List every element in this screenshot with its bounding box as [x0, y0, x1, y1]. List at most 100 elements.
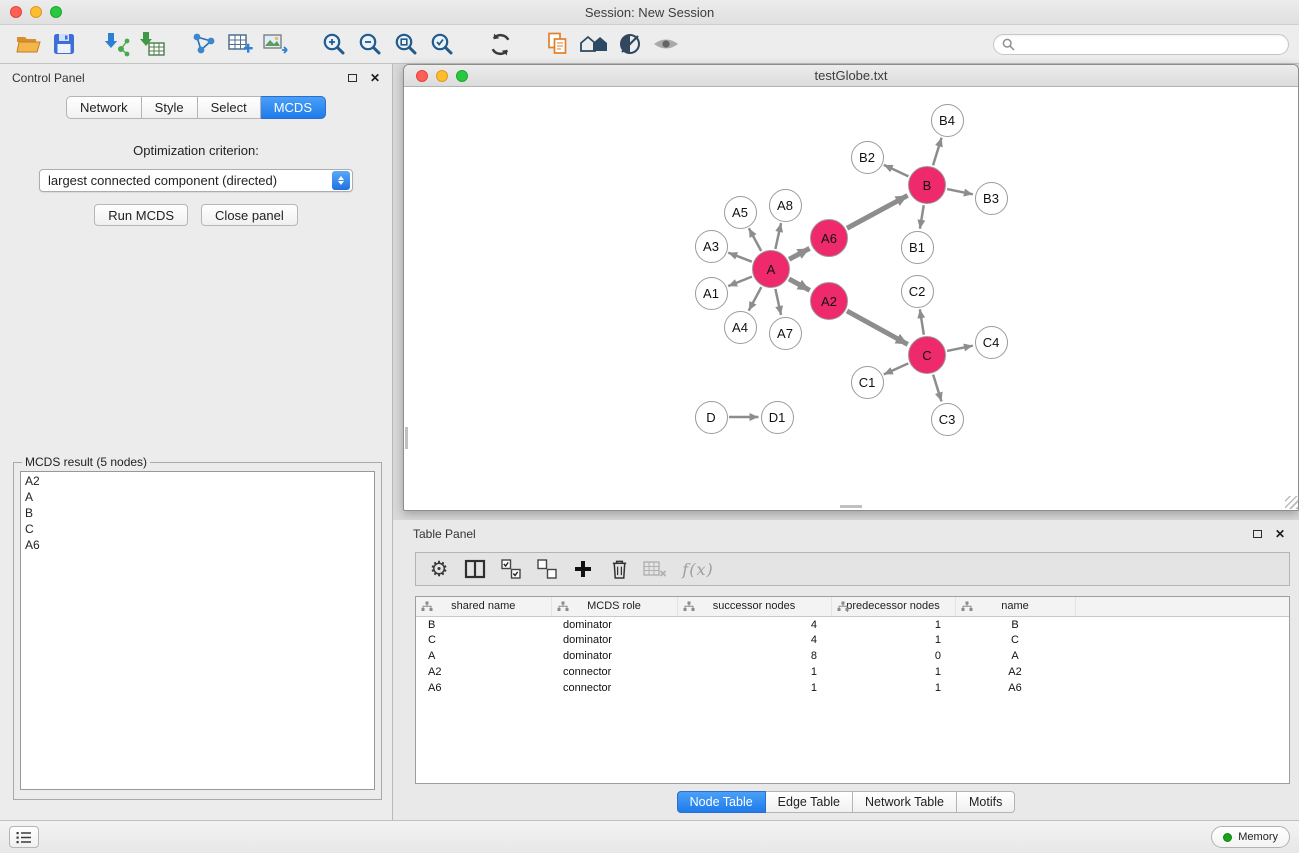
node-C3[interactable]: C3 [931, 403, 964, 436]
zoom-in-button[interactable] [316, 28, 352, 60]
float-table-panel-icon[interactable] [1253, 530, 1262, 538]
node-A2[interactable]: A2 [810, 282, 848, 320]
zoom-network-window-button[interactable] [456, 70, 468, 82]
edge-B-B1[interactable] [920, 205, 924, 228]
panel-list-button[interactable] [9, 826, 39, 848]
select-all-button[interactable] [496, 555, 526, 583]
close-network-window-button[interactable] [416, 70, 428, 82]
edge-C-C4[interactable] [947, 346, 973, 351]
edge-A-A8[interactable] [775, 223, 781, 249]
column-header-shared-name[interactable]: shared name [416, 597, 551, 616]
table-row[interactable]: Bdominator41B [416, 616, 1289, 632]
close-panel-icon[interactable]: ✕ [370, 72, 380, 84]
criterion-dropdown[interactable]: largest connected component (directed) [39, 169, 353, 192]
node-B1[interactable]: B1 [901, 231, 934, 264]
column-header-successor-nodes[interactable]: successor nodes [677, 597, 831, 616]
node-A7[interactable]: A7 [769, 317, 802, 350]
node-C1[interactable]: C1 [851, 366, 884, 399]
edge-C-C2[interactable] [920, 309, 924, 334]
column-visibility-button[interactable] [460, 555, 490, 583]
column-header-predecessor-nodes[interactable]: predecessor nodes [831, 597, 955, 616]
tab-motifs[interactable]: Motifs [957, 791, 1015, 813]
graphics-details-button[interactable] [612, 28, 648, 60]
tab-network-table[interactable]: Network Table [853, 791, 957, 813]
close-window-button[interactable] [10, 6, 22, 18]
node-A3[interactable]: A3 [695, 230, 728, 263]
import-table-button[interactable] [134, 28, 170, 60]
table-settings-button[interactable]: ⚙ [424, 555, 454, 583]
search-input[interactable] [1020, 37, 1280, 51]
edge-B-B2[interactable] [884, 165, 909, 177]
tab-mcds[interactable]: MCDS [261, 96, 326, 119]
node-A[interactable]: A [752, 250, 790, 288]
zoom-fit-button[interactable] [388, 28, 424, 60]
edge-B-B4[interactable] [933, 138, 942, 166]
float-panel-icon[interactable] [348, 74, 357, 82]
node-B2[interactable]: B2 [851, 141, 884, 174]
edge-B-B3[interactable] [947, 189, 973, 194]
horizontal-scrollbar[interactable] [840, 505, 862, 508]
close-panel-button[interactable]: Close panel [201, 204, 298, 226]
result-item[interactable]: A2 [25, 473, 370, 489]
node-A5[interactable]: A5 [724, 196, 757, 229]
run-mcds-button[interactable]: Run MCDS [94, 204, 188, 226]
result-item[interactable]: A6 [25, 537, 370, 553]
deselect-all-button[interactable] [532, 555, 562, 583]
delete-column-button[interactable] [604, 555, 634, 583]
duplicate-network-button[interactable] [540, 28, 576, 60]
node-D1[interactable]: D1 [761, 401, 794, 434]
minimize-network-window-button[interactable] [436, 70, 448, 82]
overview-button[interactable] [576, 28, 612, 60]
node-D[interactable]: D [695, 401, 728, 434]
import-network-button[interactable] [98, 28, 134, 60]
delete-table-button[interactable] [640, 555, 670, 583]
edge-A-A4[interactable] [749, 287, 762, 311]
edge-A-A3[interactable] [728, 253, 752, 262]
tab-select[interactable]: Select [198, 96, 261, 119]
vertical-scrollbar[interactable] [405, 427, 408, 449]
minimize-window-button[interactable] [30, 6, 42, 18]
node-C2[interactable]: C2 [901, 275, 934, 308]
network-canvas[interactable]: A A1 A2 A3 A4 A5 A6 A7 A8 B B1 B2 B3 B4 C C1 C2 C3 C4 D D1 [404, 87, 1298, 509]
edge-A-A2[interactable] [789, 279, 810, 290]
show-hide-button[interactable] [648, 28, 684, 60]
node-C4[interactable]: C4 [975, 326, 1008, 359]
add-column-button[interactable] [568, 555, 598, 583]
table-row[interactable]: Cdominator41C [416, 632, 1289, 648]
export-image-button[interactable] [258, 28, 294, 60]
table-row[interactable]: Adominator80A [416, 648, 1289, 664]
tab-node-table[interactable]: Node Table [677, 791, 766, 813]
memory-button[interactable]: Memory [1211, 826, 1290, 848]
resize-grip[interactable] [1285, 496, 1298, 509]
tab-network[interactable]: Network [66, 96, 142, 119]
refresh-view-button[interactable] [482, 28, 518, 60]
node-C[interactable]: C [908, 336, 946, 374]
save-session-button[interactable] [46, 28, 82, 60]
column-header-mcds-role[interactable]: MCDS role [551, 597, 677, 616]
new-table-button[interactable] [222, 28, 258, 60]
node-A8[interactable]: A8 [769, 189, 802, 222]
edge-A-A5[interactable] [749, 228, 761, 251]
new-network-button[interactable] [186, 28, 222, 60]
edge-C-C3[interactable] [933, 375, 941, 402]
node-B[interactable]: B [908, 166, 946, 204]
open-session-button[interactable] [10, 28, 46, 60]
close-table-panel-icon[interactable]: ✕ [1275, 528, 1285, 540]
node-A1[interactable]: A1 [695, 277, 728, 310]
table-row[interactable]: A6connector11A6 [416, 680, 1289, 696]
column-header-name[interactable]: name [955, 597, 1075, 616]
edge-A6-B[interactable] [847, 195, 908, 228]
zoom-window-button[interactable] [50, 6, 62, 18]
node-A4[interactable]: A4 [724, 311, 757, 344]
node-A6[interactable]: A6 [810, 219, 848, 257]
edge-A-A1[interactable] [728, 277, 752, 287]
zoom-selected-button[interactable] [424, 28, 460, 60]
edge-C-C1[interactable] [884, 363, 908, 374]
edge-A-A7[interactable] [775, 289, 781, 315]
edge-A-A6[interactable] [789, 248, 810, 259]
function-builder-button[interactable]: f(x) [676, 555, 720, 583]
result-item[interactable]: A [25, 489, 370, 505]
node-B3[interactable]: B3 [975, 182, 1008, 215]
node-B4[interactable]: B4 [931, 104, 964, 137]
tab-edge-table[interactable]: Edge Table [766, 791, 853, 813]
